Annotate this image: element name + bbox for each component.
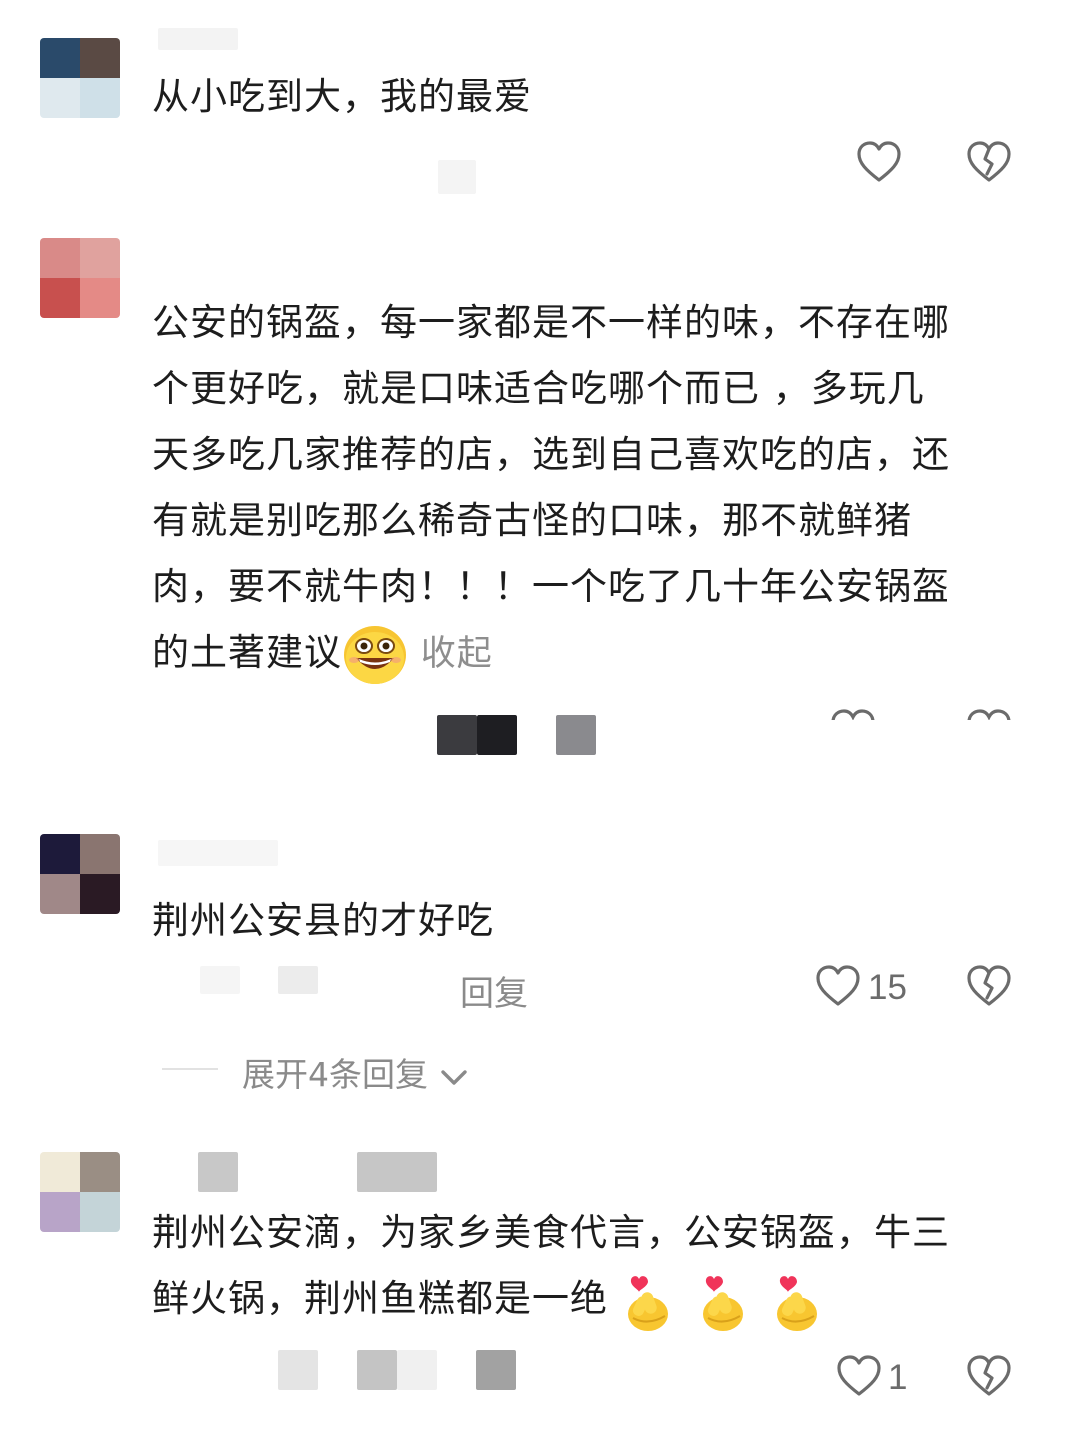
meta-blurred [278,1350,318,1390]
finger-heart-icon [777,1275,818,1331]
grinning-face-icon [344,625,406,684]
avatar-tile [80,238,120,278]
finger-heart-icon [627,1275,668,1331]
avatar-tile [40,38,80,78]
meta-blurred [476,1350,516,1390]
username-blurred[interactable] [198,1152,238,1192]
comment-line-text: 鲜火锅，荆州鱼糕都是一绝 [152,1277,608,1320]
comment-text: 从小吃到大，我的最爱 [152,75,532,118]
like-count: 1 [888,1358,908,1397]
expand-replies-button[interactable]: 展开4条回复 [242,1048,469,1096]
avatar-tile [80,874,120,914]
comment-line-text: 的土著建议 [152,631,342,674]
comment-line: 有就是别吃那么稀奇古怪的口味，那不就鲜猪 [152,499,912,542]
meta-blurred [556,715,596,755]
comment-line: 个更好吃，就是口味适合吃哪个而已 ，多玩几 [152,367,925,410]
avatar-tile [80,38,120,78]
heart-icon[interactable] [856,140,902,184]
chevron-down-icon [440,1069,467,1085]
meta-blurred [397,1350,437,1390]
avatar-tile [40,874,80,914]
meta-blurred [438,160,476,194]
meta-blurred [200,966,240,994]
divider-line [162,1068,218,1070]
comment-line: 的土著建议 收起 [152,620,950,687]
avatar-tile [40,834,80,874]
dislike-icon[interactable] [966,140,1012,184]
avatar-tile [80,278,120,318]
comment-line: 天多吃几家推荐的店，选到自己喜欢吃的店，还 [152,433,950,476]
avatar-tile [80,1152,120,1192]
reply-button[interactable]: 回复 [460,966,528,1015]
avatar[interactable] [40,1152,120,1232]
comment-text: 荆州公安县的才好吃 [152,899,494,942]
avatar-tile [80,834,120,874]
username-blurred[interactable] [158,840,278,866]
like-count: 15 [868,968,907,1007]
meta-blurred [357,1350,397,1390]
avatar-tile [40,78,80,118]
comment-text: 荆州公安滴，为家乡美食代言，公安锅盔，牛三 鲜火锅，荆州鱼糕都是一绝 [152,1200,950,1334]
meta-blurred [278,966,318,994]
username-blurred[interactable] [158,28,238,50]
avatar[interactable] [40,238,120,318]
avatar-tile [40,238,80,278]
white-cover [780,720,1040,760]
avatar[interactable] [40,38,120,118]
avatar-tile [40,278,80,318]
avatar-tile [80,1192,120,1232]
comment-line: 荆州公安滴，为家乡美食代言，公安锅盔，牛三 [152,1211,950,1254]
comment-text: 公安的锅盔，每一家都是不一样的味，不存在哪 个更好吃，就是口味适合吃哪个而已 ，… [152,290,950,687]
avatar[interactable] [40,834,120,914]
comment-line: 鲜火锅，荆州鱼糕都是一绝 [152,1266,950,1334]
dislike-icon[interactable] [966,964,1012,1008]
username-blurred[interactable] [357,1152,437,1192]
finger-heart-icon [702,1275,743,1331]
heart-icon[interactable] [836,1354,882,1398]
heart-icon[interactable] [815,964,861,1008]
avatar-tile [40,1152,80,1192]
avatar-tile [40,1192,80,1232]
collapse-link[interactable]: 收起 [421,634,493,674]
comment-line: 肉，要不就牛肉！！！一个吃了几十年公安锅盔 [152,565,950,608]
meta-blurred [437,715,477,755]
avatar-tile [80,78,120,118]
comment-line: 公安的锅盔，每一家都是不一样的味，不存在哪 [152,301,950,344]
meta-blurred [477,715,517,755]
expand-replies-label: 展开4条回复 [242,1055,428,1094]
dislike-icon[interactable] [966,1354,1012,1398]
